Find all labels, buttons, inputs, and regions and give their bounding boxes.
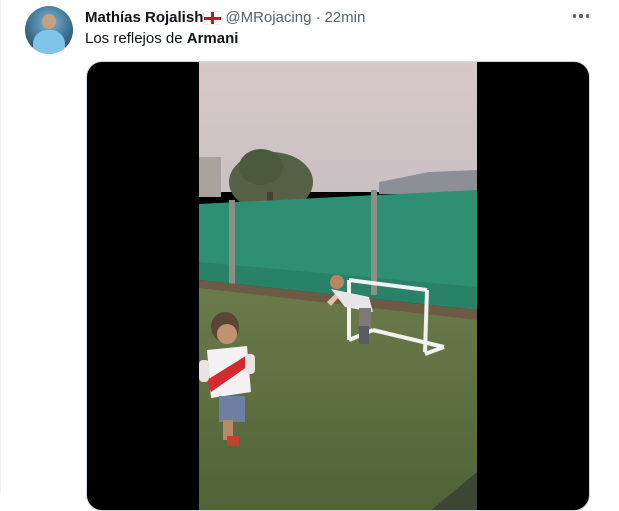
tweet[interactable]: Mathías Rojalish @MRojacing · 22min Los … (0, 0, 619, 511)
tree-top (239, 149, 283, 185)
avatar-head (42, 14, 56, 29)
author-handle[interactable]: @MRojacing (225, 8, 311, 28)
separator-dot: · (315, 9, 321, 26)
avatar[interactable] (25, 6, 73, 54)
avatar-shirt (33, 30, 65, 54)
timestamp[interactable]: 22min (324, 8, 365, 28)
more-dot-icon (585, 14, 590, 18)
video-player[interactable] (86, 61, 590, 511)
tweet-header: Mathías Rojalish @MRojacing · 22min (85, 8, 365, 28)
tweet-text-prefix: Los reflejos de (85, 30, 187, 47)
more-dot-icon (579, 14, 583, 18)
video-frame (199, 62, 477, 510)
more-dot-icon (572, 14, 577, 18)
tweet-text-bold: Armani (186, 30, 239, 47)
house (199, 157, 221, 197)
tweet-text: Los reflejos de Armani (85, 29, 238, 49)
fence-post (371, 190, 377, 295)
fence-post (229, 200, 235, 290)
more-options-button[interactable] (567, 6, 595, 26)
england-flag-icon (204, 12, 222, 24)
author-name[interactable]: Mathías Rojalish (85, 8, 203, 28)
